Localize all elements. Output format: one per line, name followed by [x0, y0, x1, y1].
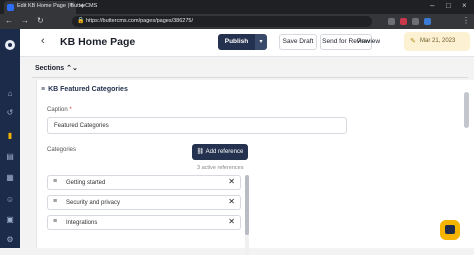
caption-field[interactable]: Featured Categories: [47, 117, 347, 134]
window-close-button[interactable]: ×: [462, 1, 467, 10]
profile-icon[interactable]: [424, 18, 431, 25]
save-draft-button[interactable]: Save Draft: [279, 34, 317, 50]
list-item[interactable]: ≡ Integrations ✕: [47, 215, 241, 230]
back-nav-button[interactable]: ←: [5, 16, 13, 25]
recent-icon[interactable]: ↺: [5, 108, 15, 117]
section-title-text: KB Featured Categories: [48, 86, 128, 93]
drag-handle-icon[interactable]: ≡: [41, 86, 45, 93]
list-item[interactable]: ≡ Getting started ✕: [47, 175, 241, 190]
publish-button[interactable]: Publish: [218, 34, 255, 50]
extension-icon[interactable]: [388, 18, 395, 25]
browser-menu-icon[interactable]: ⋮: [462, 16, 470, 25]
chevron-down-icon[interactable]: ▾: [255, 34, 267, 50]
address-bar: ← → ↻ 🔒 https://buttercms.com/pages/page…: [0, 14, 474, 29]
sidebar: ⌂ ↺ ▮ ▤ ▦ ☺ ▣ ⚙: [0, 29, 20, 248]
new-tab-button[interactable]: +: [80, 1, 85, 11]
blog-icon[interactable]: ▣: [5, 215, 15, 224]
add-reference-button[interactable]: ⛓ Add reference: [192, 144, 248, 160]
browser-tab-bar: Edit KB Home Page | ButterCMS × + – □ ×: [0, 0, 474, 14]
grid-icon[interactable]: ▦: [5, 173, 15, 182]
page-scrollbar[interactable]: [464, 92, 469, 128]
reference-label: Security and privacy: [66, 200, 121, 206]
maximize-button[interactable]: □: [446, 1, 451, 10]
extension-icon[interactable]: [400, 18, 407, 25]
doc-icon[interactable]: ▤: [5, 152, 15, 161]
main-content: Sections ⌃⌄ ≡ KB Featured Categories Capt…: [20, 57, 474, 255]
page-header: ‹ KB Home Page Publish ▾ Save Draft Send…: [20, 29, 474, 57]
preview-button[interactable]: Preview: [357, 34, 380, 50]
extension-icon[interactable]: [412, 18, 419, 25]
buttercms-logo[interactable]: [5, 40, 15, 50]
reference-list: ≡ Getting started ✕ ≡ Security and priva…: [47, 175, 249, 255]
lock-icon: 🔒: [77, 18, 85, 24]
reference-label: Integrations: [66, 220, 98, 226]
url-field[interactable]: 🔒 https://buttercms.com/pages/pages/3862…: [72, 16, 372, 27]
add-reference-label: Add reference: [205, 149, 244, 155]
settings-icon[interactable]: ⚙: [5, 235, 15, 244]
divider: [32, 77, 468, 78]
pages-icon[interactable]: ▮: [5, 131, 15, 140]
date-badge[interactable]: ✎ Mar 21, 2023: [404, 32, 470, 51]
favicon-icon: [7, 4, 14, 11]
drag-handle-icon[interactable]: ≡: [53, 198, 57, 205]
required-marker: *: [69, 107, 72, 113]
reload-button[interactable]: ↻: [37, 16, 44, 25]
sections-toggle[interactable]: Sections ⌃⌄: [35, 64, 78, 72]
users-icon[interactable]: ☺: [5, 195, 15, 204]
section-title: ≡ KB Featured Categories: [41, 86, 128, 93]
back-button[interactable]: ‹: [41, 35, 45, 47]
caption-label: Caption *: [47, 107, 72, 113]
chat-icon[interactable]: [440, 220, 460, 240]
browser-tab[interactable]: Edit KB Home Page | ButterCMS ×: [4, 1, 97, 14]
drag-handle-icon[interactable]: ≡: [53, 218, 57, 225]
close-icon[interactable]: ✕: [228, 177, 235, 186]
close-icon[interactable]: ✕: [228, 217, 235, 226]
pencil-icon: ✎: [410, 38, 416, 45]
home-icon[interactable]: ⌂: [5, 89, 15, 98]
categories-label: Categories: [47, 147, 77, 153]
forward-nav-button[interactable]: →: [21, 16, 29, 25]
url-text: https://buttercms.com/pages/pages/386275…: [86, 18, 194, 24]
link-icon: ⛓: [196, 149, 205, 155]
caption-label-text: Caption: [47, 107, 68, 113]
list-item[interactable]: ≡ Security and privacy ✕: [47, 195, 241, 210]
close-icon[interactable]: ✕: [228, 197, 235, 206]
reference-label: Getting started: [66, 180, 106, 186]
date-text: Mar 21, 2023: [420, 38, 456, 44]
page-title: KB Home Page: [60, 36, 136, 48]
chat-bubble-icon: [445, 225, 455, 234]
drag-handle-icon[interactable]: ≡: [53, 178, 57, 185]
tab-close-icon[interactable]: ×: [69, 2, 73, 9]
section-panel: ≡ KB Featured Categories Caption * Featur…: [36, 80, 474, 255]
scrollbar[interactable]: [245, 175, 249, 255]
minimize-button[interactable]: –: [430, 1, 434, 10]
active-references-count: 3 active references: [197, 165, 244, 171]
